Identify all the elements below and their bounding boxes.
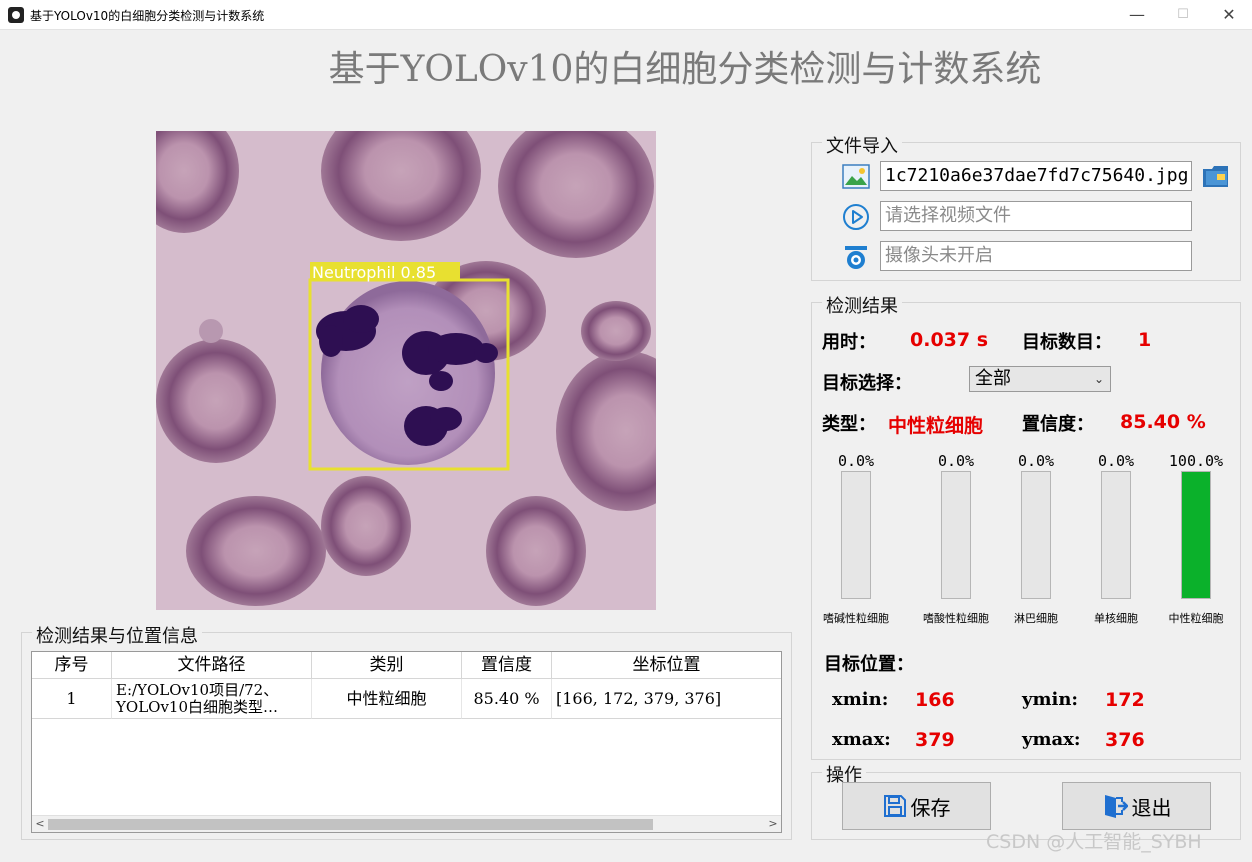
camera-icon[interactable] bbox=[842, 243, 870, 271]
save-icon bbox=[883, 795, 906, 817]
app-icon bbox=[8, 7, 24, 23]
bar-percent-3: 0.0% bbox=[1097, 452, 1135, 470]
probability-bar-3 bbox=[1101, 471, 1131, 599]
probability-bar-fill-4 bbox=[1182, 472, 1210, 598]
bar-percent-4: 100.0% bbox=[1168, 452, 1224, 470]
image-path-input[interactable]: 1c7210a6e37dae7fd7c75640.jpg bbox=[880, 161, 1192, 191]
chevron-down-icon: ⌄ bbox=[1093, 372, 1104, 386]
exit-icon bbox=[1104, 795, 1128, 818]
image-icon[interactable] bbox=[842, 163, 870, 191]
table-cell-path-line1: E:/YOLOv10项目/72、 bbox=[116, 681, 279, 699]
table-legend: 检测结果与位置信息 bbox=[32, 622, 202, 648]
scroll-left-icon[interactable]: < bbox=[32, 816, 48, 832]
table-header-index[interactable]: 序号 bbox=[32, 652, 112, 679]
bar-class-name-1: 嗜酸性粒细胞 bbox=[923, 612, 989, 625]
detection-results-legend: 检测结果 bbox=[822, 292, 902, 318]
exit-button[interactable]: 退出 bbox=[1062, 782, 1211, 830]
probability-bar-1 bbox=[941, 471, 971, 599]
table-horizontal-scrollbar[interactable]: < > bbox=[32, 815, 781, 832]
folder-open-icon[interactable] bbox=[1202, 162, 1230, 190]
count-label: 目标数目： bbox=[1022, 332, 1112, 353]
scroll-right-icon[interactable]: > bbox=[765, 816, 781, 832]
page-title: 基于YOLOv10的白细胞分类检测与计数系统 bbox=[328, 49, 1042, 90]
detection-image: Neutrophil 0.85 bbox=[156, 131, 656, 610]
table-header-coords[interactable]: 坐标位置 bbox=[552, 652, 781, 679]
time-value: 0.037 s bbox=[910, 329, 989, 351]
minimize-button[interactable]: — bbox=[1114, 0, 1160, 30]
scrollbar-thumb[interactable] bbox=[48, 819, 653, 830]
table-header-category[interactable]: 类别 bbox=[312, 652, 462, 679]
table-header-path[interactable]: 文件路径 bbox=[112, 652, 312, 679]
ymax-value: 376 bbox=[1105, 729, 1145, 751]
save-button-label: 保存 bbox=[910, 795, 951, 820]
table-cell-coords[interactable]: [166, 172, 379, 376] bbox=[552, 679, 781, 719]
xmin-value: 166 bbox=[915, 689, 955, 711]
bar-class-name-3: 单核细胞 bbox=[1094, 612, 1138, 625]
probability-bar-2 bbox=[1021, 471, 1051, 599]
close-button[interactable]: ✕ bbox=[1206, 0, 1252, 30]
target-select-label: 目标选择： bbox=[822, 373, 912, 394]
table-cell-category[interactable]: 中性粒细胞 bbox=[312, 679, 462, 719]
ymin-label: ymin: bbox=[1022, 689, 1079, 710]
table-header-confidence[interactable]: 置信度 bbox=[462, 652, 552, 679]
ymin-value: 172 bbox=[1105, 689, 1145, 711]
table-cell-path-line2: YOLOv10白细胞类型… bbox=[116, 698, 279, 716]
video-file-input[interactable]: 请选择视频文件 bbox=[880, 201, 1192, 231]
bar-class-name-0: 嗜碱性粒细胞 bbox=[823, 612, 889, 625]
bar-percent-0: 0.0% bbox=[837, 452, 875, 470]
bar-percent-2: 0.0% bbox=[1017, 452, 1055, 470]
confidence-label: 置信度： bbox=[1022, 414, 1094, 435]
exit-button-label: 退出 bbox=[1131, 795, 1172, 820]
target-select-value: 全部 bbox=[975, 368, 1011, 389]
probability-bar-4 bbox=[1181, 471, 1211, 599]
detection-label: Neutrophil 0.85 bbox=[312, 263, 436, 282]
target-position-label: 目标位置： bbox=[824, 654, 914, 675]
video-play-icon[interactable] bbox=[842, 203, 870, 231]
xmax-label: xmax: bbox=[832, 729, 891, 750]
window-title: 基于YOLOv10的白细胞分类检测与计数系统 bbox=[30, 9, 265, 23]
ymax-label: ymax: bbox=[1022, 729, 1081, 750]
maximize-button[interactable]: ☐ bbox=[1160, 0, 1206, 30]
window-titlebar: 基于YOLOv10的白细胞分类检测与计数系统 — ☐ ✕ bbox=[0, 0, 1252, 30]
xmax-value: 379 bbox=[915, 729, 955, 751]
camera-input[interactable]: 摄像头未开启 bbox=[880, 241, 1192, 271]
time-label: 用时： bbox=[822, 332, 876, 353]
xmin-label: xmin: bbox=[832, 689, 889, 710]
cell-image-svg: Neutrophil 0.85 bbox=[156, 131, 656, 610]
file-import-legend: 文件导入 bbox=[822, 132, 902, 158]
table-cell-path[interactable]: E:/YOLOv10项目/72、 YOLOv10白细胞类型… bbox=[112, 679, 312, 719]
watermark: CSDN @人工智能_SYBH bbox=[986, 831, 1202, 853]
bar-percent-1: 0.0% bbox=[937, 452, 975, 470]
probability-bar-0 bbox=[841, 471, 871, 599]
type-value: 中性粒细胞 bbox=[888, 415, 984, 437]
save-button[interactable]: 保存 bbox=[842, 782, 991, 830]
bar-class-name-2: 淋巴细胞 bbox=[1014, 612, 1058, 625]
type-label: 类型： bbox=[822, 414, 876, 435]
bar-class-name-4: 中性粒细胞 bbox=[1168, 612, 1224, 625]
results-table[interactable]: 序号 文件路径 类别 置信度 坐标位置 1 E:/YOLOv10项目/72、 Y… bbox=[31, 651, 782, 833]
confidence-value: 85.40 % bbox=[1120, 411, 1206, 433]
table-cell-confidence[interactable]: 85.40 % bbox=[462, 679, 552, 719]
count-value: 1 bbox=[1138, 329, 1152, 351]
target-select[interactable]: 全部 ⌄ bbox=[969, 366, 1111, 392]
table-cell-index[interactable]: 1 bbox=[32, 679, 112, 719]
